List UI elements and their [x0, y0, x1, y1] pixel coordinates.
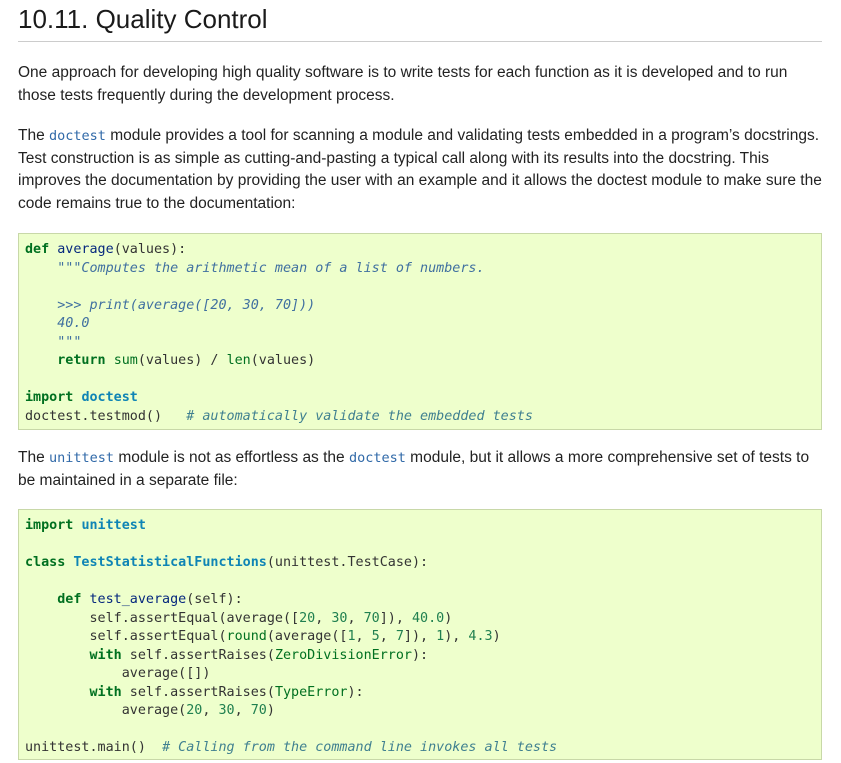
- page-title: 10.11. Quality Control: [18, 4, 268, 34]
- doctest-code-line: """: [57, 334, 82, 350]
- unittest-code-line: with self.assertRaises(ZeroDivisionError…: [89, 647, 429, 663]
- doctest-code-line: def average(values):: [25, 242, 187, 257]
- doctest-paragraph-pre: The: [18, 127, 50, 144]
- unittest-code-line: self.assertEqual(average([20, 30, 70]), …: [25, 610, 453, 626]
- doctest-paragraph-post: module provides a tool for scanning a mo…: [18, 127, 822, 212]
- doctest-module-link[interactable]: doctest: [49, 128, 106, 144]
- unittest-code-line: import unittest: [25, 518, 146, 533]
- unittest-paragraph-pre: The: [18, 449, 50, 466]
- title-divider: [18, 41, 822, 42]
- doctest-paragraph: The doctest module provides a tool for s…: [18, 125, 822, 215]
- unittest-paragraph-mid: module is not as effortless as the: [114, 449, 349, 466]
- doctest-code-line: doctest.testmod() # automatically valida…: [25, 408, 533, 424]
- unittest-code-line: def test_average(self):: [57, 592, 243, 607]
- unittest-code-line: unittest.main() # Calling from the comma…: [25, 740, 558, 755]
- doctest-code-line: """Computes the arithmetic mean of a lis…: [57, 260, 485, 276]
- intro-paragraph: One approach for developing high quality…: [18, 64, 788, 104]
- unittest-paragraph: The unittest module is not as effortless…: [18, 447, 822, 492]
- unittest-module-link[interactable]: unittest: [49, 450, 114, 466]
- doctest-code-line: import doctest: [25, 390, 138, 405]
- doctest-code-block[interactable]: def average(values): """Computes the ari…: [18, 233, 822, 430]
- doctest-code-line: return sum(values) / len(values): [57, 353, 316, 368]
- unittest-code-line: with self.assertRaises(TypeError):: [89, 684, 364, 700]
- unittest-code-line: average(20, 30, 70): [25, 703, 275, 718]
- document-page: 10.11. Quality Control One approach for …: [0, 0, 841, 760]
- doctest-module-link-2[interactable]: doctest: [349, 450, 406, 466]
- unittest-code-line: class TestStatisticalFunctions(unittest.…: [25, 555, 429, 570]
- unittest-code-line: average([]): [25, 666, 211, 681]
- unittest-code-line: self.assertEqual(round(average([1, 5, 7]…: [25, 629, 501, 644]
- doctest-code-line: >>> print(average([20, 30, 70])): [57, 297, 316, 313]
- doctest-code-line: 40.0: [57, 316, 90, 331]
- unittest-code-block[interactable]: import unittest class TestStatisticalFun…: [18, 509, 822, 760]
